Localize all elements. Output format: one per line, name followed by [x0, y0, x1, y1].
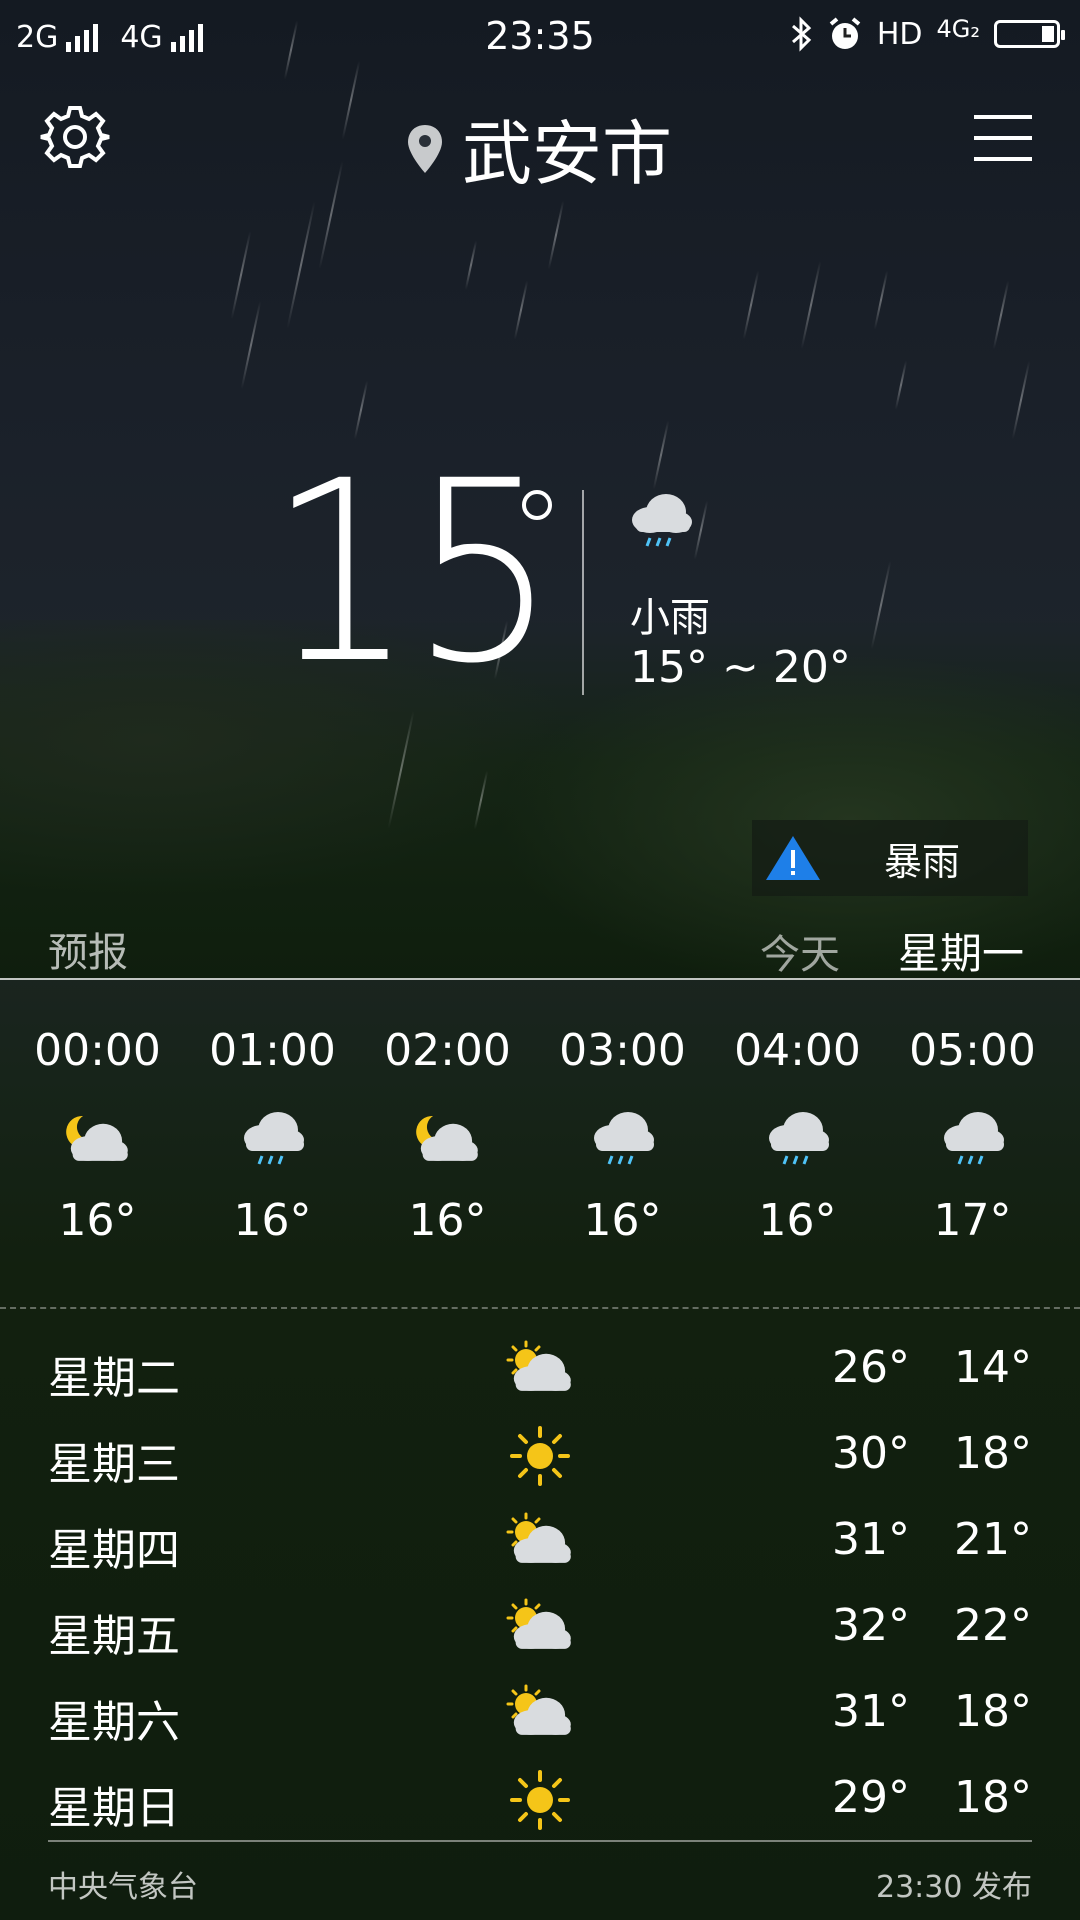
hourly-item: 03:00 16° — [535, 1025, 710, 1246]
current-range: 15° ~ 20° — [630, 642, 851, 693]
data-source: 中央气象台 — [48, 1870, 198, 1905]
cloud-rain-icon — [185, 1085, 360, 1195]
daily-row[interactable]: 星期三 30° 18° — [0, 1416, 1080, 1502]
hourly-forecast: 00:00 16° 01:00 16° 02:00 16° 03:00 16° … — [0, 1025, 1080, 1265]
location-pin-icon — [408, 124, 442, 173]
sun-icon — [500, 1416, 580, 1496]
sun-cloud-icon — [500, 1674, 580, 1754]
divider — [0, 978, 1080, 980]
day-low: 21° — [954, 1514, 1032, 1565]
footer-divider — [48, 1840, 1032, 1842]
hourly-item: 00:00 16° — [10, 1025, 185, 1246]
day-high: 31° — [832, 1686, 910, 1737]
alert-label: 暴雨 — [884, 839, 961, 884]
hour-time: 01:00 — [209, 1025, 336, 1076]
day-high: 31° — [832, 1514, 910, 1565]
moon-cloud-icon — [360, 1085, 535, 1195]
day-low: 18° — [954, 1686, 1032, 1737]
hour-temp: 16° — [233, 1195, 312, 1246]
hour-time: 03:00 — [559, 1025, 686, 1076]
day-low: 14° — [954, 1342, 1032, 1393]
sun-cloud-icon — [500, 1588, 580, 1668]
tab-monday[interactable]: 星期一 — [898, 920, 1024, 981]
daily-row[interactable]: 星期五 32° 22° — [0, 1588, 1080, 1674]
bluetooth-icon — [791, 16, 812, 52]
day-name: 星期四 — [48, 1525, 180, 1576]
sun-cloud-icon — [500, 1330, 580, 1410]
hourly-item: 04:00 16° — [710, 1025, 885, 1246]
hourly-item: 01:00 16° — [185, 1025, 360, 1246]
day-high: 29° — [832, 1772, 910, 1823]
weather-alert-button[interactable]: 暴雨 — [752, 820, 1028, 896]
degree-symbol — [522, 490, 552, 520]
day-high: 30° — [832, 1428, 910, 1479]
daily-row[interactable]: 星期日 29° 18° — [0, 1760, 1080, 1846]
cloud-rain-icon — [628, 490, 694, 558]
cloud-rain-icon — [885, 1085, 1060, 1195]
current-temperature: 15 — [268, 427, 557, 718]
moon-cloud-icon — [10, 1085, 185, 1195]
warning-icon — [766, 836, 820, 880]
day-name: 星期六 — [48, 1697, 180, 1748]
dashed-divider — [0, 1307, 1080, 1309]
current-divider — [582, 490, 584, 695]
publish-time: 23:30 发布 — [876, 1870, 1032, 1905]
network-label-3: 4G₂ — [936, 15, 981, 43]
daily-row[interactable]: 星期六 31° 18° — [0, 1674, 1080, 1760]
day-low: 18° — [954, 1772, 1032, 1823]
hd-label: HD — [876, 16, 923, 52]
daily-row[interactable]: 星期二 26° 14° — [0, 1330, 1080, 1416]
city-title[interactable]: 武安市 — [0, 98, 1080, 199]
day-low: 18° — [954, 1428, 1032, 1479]
hour-temp: 16° — [758, 1195, 837, 1246]
sun-icon — [500, 1760, 580, 1840]
day-low: 22° — [954, 1600, 1032, 1651]
hourly-item: 02:00 16° — [360, 1025, 535, 1246]
cloud-rain-icon — [710, 1085, 885, 1195]
city-name: 武安市 — [462, 113, 672, 195]
hour-temp: 16° — [583, 1195, 662, 1246]
battery-icon — [994, 20, 1065, 48]
hour-temp: 16° — [408, 1195, 487, 1246]
hour-temp: 17° — [933, 1195, 1012, 1246]
hour-time: 04:00 — [734, 1025, 861, 1076]
tab-today[interactable]: 今天 — [760, 922, 840, 980]
day-high: 32° — [832, 1600, 910, 1651]
hour-time: 05:00 — [909, 1025, 1036, 1076]
day-name: 星期三 — [48, 1439, 180, 1490]
day-name: 星期二 — [48, 1353, 180, 1404]
status-bar: 2G 4G 23:35 HD 4G₂ — [0, 0, 1080, 80]
hourly-item: 05:00 17° — [885, 1025, 1060, 1246]
sun-cloud-icon — [500, 1502, 580, 1582]
day-name: 星期日 — [48, 1783, 180, 1834]
menu-icon[interactable] — [974, 115, 1032, 161]
day-high: 26° — [832, 1342, 910, 1393]
alarm-icon — [829, 17, 861, 49]
hour-temp: 16° — [58, 1195, 137, 1246]
day-name: 星期五 — [48, 1611, 180, 1662]
current-condition: 小雨 — [630, 595, 710, 641]
hour-time: 02:00 — [384, 1025, 511, 1076]
cloud-rain-icon — [535, 1085, 710, 1195]
hour-time: 00:00 — [34, 1025, 161, 1076]
forecast-label: 预报 — [48, 930, 128, 976]
daily-row[interactable]: 星期四 31° 21° — [0, 1502, 1080, 1588]
